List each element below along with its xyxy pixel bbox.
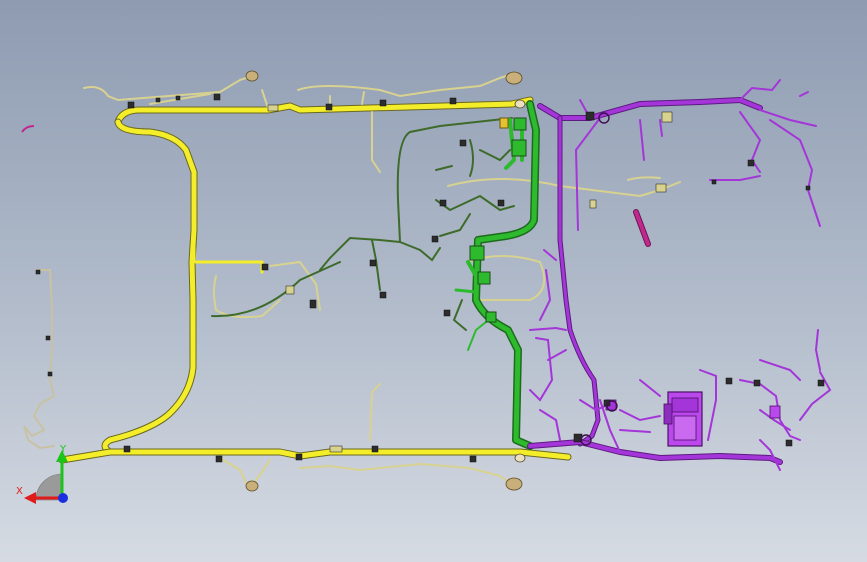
purple-connector-block[interactable] — [605, 391, 781, 447]
connector-clips[interactable] — [35, 93, 825, 463]
axis-triad[interactable]: Y X — [16, 444, 68, 504]
x-axis-arrow — [24, 492, 36, 504]
left-dangling-wire[interactable] — [23, 269, 56, 450]
z-axis-dot — [58, 493, 68, 503]
triad-base-quadrant — [35, 473, 63, 501]
wire-harness-model[interactable]: Y X — [0, 0, 867, 562]
dark-green-branches[interactable] — [211, 117, 515, 331]
purple-harness[interactable] — [527, 97, 783, 465]
y-axis-label: Y — [59, 444, 67, 455]
yellow-harness[interactable] — [58, 96, 572, 464]
x-axis-label: X — [16, 486, 23, 497]
small-magenta-wire[interactable] — [21, 125, 35, 133]
cad-3d-viewport[interactable]: Y X — [0, 0, 867, 562]
grommets[interactable] — [580, 112, 618, 446]
